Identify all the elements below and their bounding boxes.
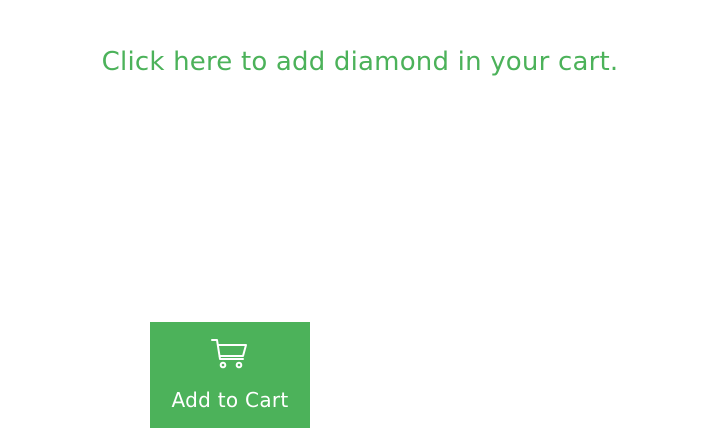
add-to-cart-label: Add to Cart: [171, 388, 289, 412]
add-to-cart-button[interactable]: Add to Cart: [150, 322, 310, 428]
shopping-cart-icon: [210, 337, 250, 371]
instruction-text: Click here to add diamond in your cart.: [101, 47, 619, 77]
